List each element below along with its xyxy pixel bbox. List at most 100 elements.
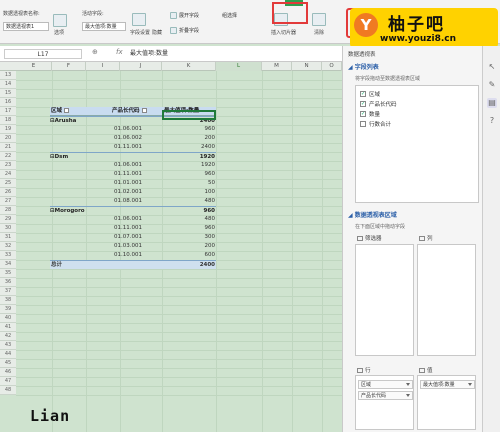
field-list-item[interactable]: ✓ 数量: [360, 110, 380, 118]
row-header[interactable]: 23: [0, 161, 16, 170]
expand-field-button[interactable]: 展开字段: [170, 12, 199, 19]
checkbox-checked-icon[interactable]: ✓: [360, 91, 366, 97]
fields-section-title[interactable]: ◢ 字段列表: [348, 62, 379, 71]
values-icon: [419, 367, 425, 373]
checkbox-icon[interactable]: [360, 121, 366, 127]
field-settings-button[interactable]: [132, 13, 146, 26]
row-field-item[interactable]: 产品长代码: [358, 391, 413, 400]
cursor-icon[interactable]: ↖: [487, 62, 497, 72]
pivot-group-total: 960: [162, 206, 216, 215]
row-header[interactable]: 46: [0, 368, 16, 377]
columns-drop-zone[interactable]: [417, 244, 476, 356]
row-header[interactable]: 44: [0, 350, 16, 359]
row-header[interactable]: 14: [0, 80, 16, 89]
row-header[interactable]: 33: [0, 251, 16, 260]
row-field-item[interactable]: 区域: [358, 380, 413, 389]
pivot-header-code[interactable]: 产品长代码: [112, 107, 162, 116]
spreadsheet-grid[interactable]: EFIJKLMNO 13 14 15 16 17 18 19 20 21 22 23 24 25 26 27…: [0, 62, 342, 432]
pivot-group-row[interactable]: ⊟Arusha: [50, 116, 162, 125]
selected-cell-l17[interactable]: [162, 110, 216, 120]
row-header[interactable]: 43: [0, 341, 16, 350]
options-button[interactable]: [53, 14, 67, 27]
column-header[interactable]: N: [292, 62, 322, 71]
zoom-icon[interactable]: ⊕: [92, 48, 98, 56]
collapse-field-button[interactable]: 折叠字段: [170, 27, 199, 34]
group-select-button[interactable]: 组选择: [222, 12, 237, 19]
row-header[interactable]: 40: [0, 314, 16, 323]
row-header[interactable]: 17: [0, 107, 16, 116]
value-field-item[interactable]: 最大值项:数量: [420, 380, 475, 389]
column-header[interactable]: O: [322, 62, 342, 71]
hide-label[interactable]: 隐藏: [152, 29, 162, 36]
filter-dropdown-icon[interactable]: [141, 108, 147, 113]
row-header[interactable]: 30: [0, 224, 16, 233]
filters-drop-zone[interactable]: [355, 244, 414, 356]
row-header[interactable]: 19: [0, 125, 16, 134]
pivot-header-region[interactable]: 区域: [50, 107, 112, 116]
row-header[interactable]: 16: [0, 98, 16, 107]
field-list-item[interactable]: 行数合计: [360, 120, 391, 128]
help-icon[interactable]: ?: [487, 116, 497, 126]
row-header[interactable]: 21: [0, 143, 16, 152]
values-drop-zone[interactable]: 最大值项:数量: [417, 375, 476, 430]
row-header[interactable]: 47: [0, 377, 16, 386]
checkbox-checked-icon[interactable]: ✓: [360, 101, 366, 107]
row-header[interactable]: 45: [0, 359, 16, 368]
filters-label: 筛选器: [365, 236, 382, 242]
row-header[interactable]: 28: [0, 206, 16, 215]
row-header[interactable]: 31: [0, 233, 16, 242]
pivot-group-row[interactable]: ⊟Dsm: [50, 152, 162, 161]
column-header[interactable]: K: [162, 62, 216, 71]
clear-button[interactable]: [312, 13, 326, 26]
pivot-panel-icon[interactable]: ▤: [487, 98, 497, 108]
row-header[interactable]: 20: [0, 134, 16, 143]
active-field-input[interactable]: 最大值项:数量: [82, 22, 126, 31]
field-list-item[interactable]: ✓ 区域: [360, 90, 380, 98]
rows-drop-zone[interactable]: 区域 产品长代码: [355, 375, 414, 430]
row-header[interactable]: 22: [0, 152, 16, 161]
pivot-group-row[interactable]: ⊟Morogoro: [50, 206, 162, 215]
row-header[interactable]: 36: [0, 278, 16, 287]
column-header[interactable]: J: [120, 62, 162, 71]
row-header[interactable]: 42: [0, 332, 16, 341]
pivot-item-value: 100: [204, 189, 216, 195]
pivot-item-value: 300: [204, 234, 216, 240]
row-header[interactable]: 27: [0, 197, 16, 206]
column-header[interactable]: L: [216, 62, 262, 71]
field-settings-label: 字段设置: [130, 30, 151, 36]
row-header[interactable]: 25: [0, 179, 16, 188]
dropdown-arrow-icon[interactable]: [468, 383, 472, 386]
row-header[interactable]: 35: [0, 269, 16, 278]
column-header[interactable]: I: [86, 62, 120, 71]
row-header[interactable]: 39: [0, 305, 16, 314]
style-icon[interactable]: ✎: [487, 80, 497, 90]
row-header[interactable]: 41: [0, 323, 16, 332]
logo-title: 柚子吧: [388, 15, 445, 35]
row-header[interactable]: 18: [0, 116, 16, 125]
row-header[interactable]: 32: [0, 242, 16, 251]
pivot-name-input[interactable]: 数据透视表1: [3, 22, 49, 31]
areas-section-title[interactable]: ◢ 数据透视表区域: [348, 210, 397, 219]
checkbox-checked-icon[interactable]: ✓: [360, 111, 366, 117]
row-header[interactable]: 48: [0, 386, 16, 395]
row-header[interactable]: 38: [0, 296, 16, 305]
row-header[interactable]: 37: [0, 287, 16, 296]
column-header[interactable]: M: [262, 62, 292, 71]
row-header[interactable]: 15: [0, 89, 16, 98]
panel-title: 数据透视表: [348, 52, 376, 58]
pivot-group-name: Dsm: [54, 154, 69, 160]
row-header[interactable]: 34: [0, 260, 16, 269]
name-box[interactable]: L17: [4, 49, 82, 59]
row-header[interactable]: 29: [0, 215, 16, 224]
row-header[interactable]: 24: [0, 170, 16, 179]
column-header[interactable]: F: [52, 62, 86, 71]
field-list-item[interactable]: ✓ 产品长代码: [360, 100, 397, 108]
dropdown-arrow-icon[interactable]: [406, 394, 410, 397]
row-header[interactable]: 13: [0, 71, 16, 80]
filter-dropdown-icon[interactable]: [64, 108, 70, 113]
dropdown-arrow-icon[interactable]: [406, 383, 410, 386]
formula-input[interactable]: 最大值项:数量: [130, 49, 335, 59]
row-header[interactable]: 26: [0, 188, 16, 197]
fx-icon[interactable]: fx: [116, 48, 123, 56]
column-header[interactable]: E: [16, 62, 52, 71]
